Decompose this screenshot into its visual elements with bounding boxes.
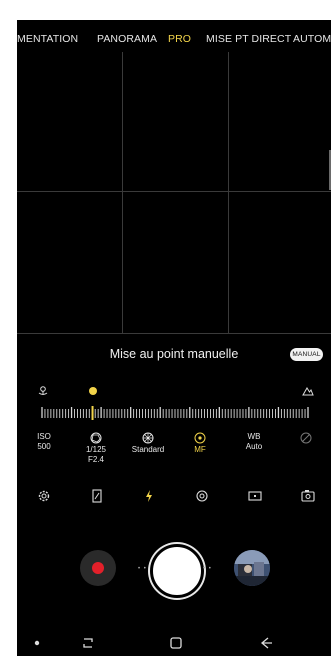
timer-icon[interactable] (191, 486, 213, 506)
recent-apps-icon[interactable] (77, 630, 99, 656)
manual-badge[interactable]: MANUAL (290, 348, 323, 361)
shutter-speed-value: 1/125 (85, 445, 107, 454)
pro-settings-row: ISO 500 1/125 F2.4 Standard MF WB Auto (17, 432, 331, 480)
aperture-value: F2.4 (87, 455, 104, 464)
iso-label: ISO (37, 432, 51, 441)
dot-icon (31, 630, 43, 656)
shutter-button[interactable] (150, 544, 204, 598)
record-dot-icon (92, 562, 104, 574)
color-tone-setting[interactable]: Standard (123, 432, 173, 455)
gallery-thumbnail[interactable] (234, 550, 270, 586)
flash-icon[interactable] (138, 486, 160, 506)
grid-line (228, 52, 229, 334)
record-video-button[interactable] (80, 550, 116, 586)
shutter-dots-right: • • (203, 566, 212, 572)
wb-value: Auto (245, 442, 263, 451)
grid-line (17, 191, 331, 192)
mountain-icon (302, 387, 314, 396)
mode-pro[interactable]: PRO (168, 33, 191, 45)
camera-screen: MENTATION PANORAMA PRO MISE PT DIRECT AU… (17, 20, 331, 656)
mode-panorama[interactable]: PANORAMA (97, 33, 157, 45)
mode-mise-pt-direct[interactable]: MISE PT DIRECT (206, 33, 291, 45)
aperture-icon (90, 432, 102, 444)
focus-target-icon (194, 432, 206, 444)
quick-settings-row (17, 486, 331, 506)
system-navigation-bar (17, 630, 331, 656)
shutter-dots-left: • • (138, 566, 147, 572)
macro-flower-icon (38, 386, 48, 395)
shutter-aperture-setting[interactable]: 1/125 F2.4 (71, 432, 121, 465)
viewfinder-edge-handle (329, 150, 331, 190)
color-tone-icon (142, 432, 154, 444)
wb-label: WB (247, 432, 261, 441)
home-icon[interactable] (165, 630, 187, 656)
mode-bar: MENTATION PANORAMA PRO MISE PT DIRECT AU… (17, 30, 331, 50)
aspect-ratio-icon[interactable] (86, 486, 108, 506)
mode-automa[interactable]: AUTOMA (293, 33, 331, 45)
focus-slider[interactable] (41, 406, 309, 420)
iso-setting[interactable]: ISO 500 (19, 432, 69, 452)
white-balance-setting[interactable]: WB Auto (229, 432, 279, 452)
iso-value: 500 (37, 442, 51, 451)
back-icon[interactable] (255, 630, 277, 656)
focus-mode-value: MF (194, 445, 206, 454)
mode-mentation[interactable]: MENTATION (17, 33, 78, 45)
focus-position-indicator[interactable] (88, 387, 97, 395)
grid-line (122, 52, 123, 334)
focus-mode-title: Mise au point manuelle (109, 347, 239, 361)
switch-camera-icon[interactable] (297, 486, 319, 506)
color-tone-value: Standard (131, 445, 165, 454)
exposure-setting[interactable] (281, 432, 331, 445)
focus-mode-setting[interactable]: MF (175, 432, 225, 455)
gear-icon[interactable] (33, 486, 55, 506)
exposure-compensation-icon (300, 432, 312, 444)
grid-line (17, 333, 331, 334)
picture-size-icon[interactable] (244, 486, 266, 506)
